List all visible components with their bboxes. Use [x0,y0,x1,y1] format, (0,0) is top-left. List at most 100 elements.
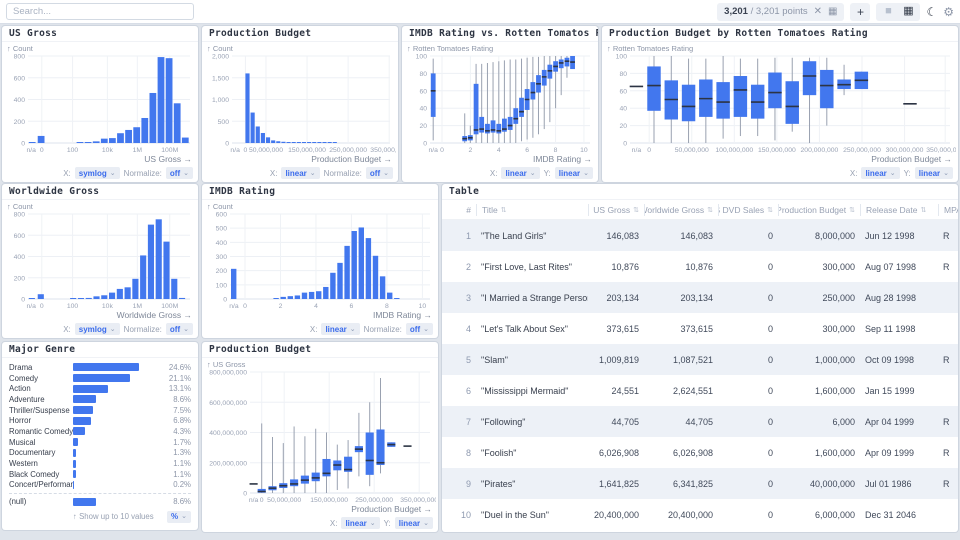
sort-icon[interactable]: ⇅ [501,206,507,214]
column-header-mpaa-rating[interactable]: MPAA Rating⇅ [938,204,958,216]
genre-row[interactable]: Documentary1.3% [9,448,191,459]
table-cell: 0 [718,262,778,272]
x-scale-dropdown[interactable]: linear⌄ [321,323,359,335]
genre-label: Musical [9,438,73,447]
table-row[interactable]: 7"Following"44,70544,70506,000Apr 04 199… [442,406,958,437]
x-scale-dropdown[interactable]: linear⌄ [341,517,379,529]
normalize-dropdown[interactable]: off⌄ [406,323,433,335]
sort-icon[interactable]: ⇅ [633,206,639,214]
table-row[interactable]: 8"Foolish"6,026,9086,026,90801,600,000Ap… [442,437,958,468]
genre-row[interactable]: Western1.1% [9,458,191,469]
genre-row[interactable]: Concert/Performance0.2% [9,480,191,491]
table-row[interactable]: 4"Let's Talk About Sex"373,615373,615030… [442,313,958,344]
svg-text:100: 100 [616,54,628,61]
table-cell: 24,551 [588,386,644,396]
column-header-title[interactable]: Title⇅ [476,204,588,216]
table-row[interactable]: 1"The Land Girls"146,083146,08308,000,00… [442,220,958,251]
genre-footer: ↑ Show up to 10 values %⌄ [9,511,191,523]
y-scale-dropdown[interactable]: linear⌄ [915,167,953,179]
imdb-vs-rt-boxplot[interactable]: ↑ Rotten Tomatoes Rating020406080100n/a0… [404,43,596,164]
normalize-dropdown[interactable]: off⌄ [166,167,193,179]
genre-bar-list: Drama24.6%Comedy21.1%Action13.1%Adventur… [9,362,191,526]
x-scale-dropdown[interactable]: symlog⌄ [75,167,120,179]
table-cell: 4 [452,324,476,334]
sort-icon[interactable]: ⇅ [767,206,773,214]
sort-icon[interactable]: ⇅ [921,206,927,214]
us-gross-histogram[interactable]: ↑ Count0200400600800n/a010010k1M100MUS G… [4,43,196,164]
x-scale-dropdown[interactable]: symlog⌄ [75,323,120,335]
genre-row[interactable]: Musical1.7% [9,437,191,448]
add-chart-button[interactable]: + [850,3,870,21]
production-budget-histogram[interactable]: ↑ Count05001,0001,5002,000n/a050,000,000… [204,43,396,164]
table-row[interactable]: 6"Mississippi Mermaid"24,5512,624,55101,… [442,375,958,406]
table-row[interactable]: 9"Pirates"1,641,8256,341,825040,000,000J… [442,468,958,499]
panel-title: Major Genre [2,342,198,358]
genre-row[interactable]: Black Comedy1.1% [9,469,191,480]
svg-text:350,000,000: 350,000,000 [400,497,436,504]
genre-percent: 8.6% [173,497,191,506]
svg-text:250,000,000: 250,000,000 [355,497,393,504]
view-grid-icon[interactable]: ▦ [899,4,917,20]
genre-label: (null) [9,497,73,506]
normalize-dropdown[interactable]: off⌄ [366,167,393,179]
genre-row[interactable]: Romantic Comedy4.3% [9,426,191,437]
table-cell: Oct 09 1998 [860,355,938,365]
genre-percent: 21.1% [169,374,191,383]
topbar-actions: 3,201 / 3,201 points ✕ ▦ + ■ ▦ ☾ ⚙ [717,3,954,21]
control-label: X: [490,169,498,178]
x-scale-dropdown[interactable]: linear⌄ [281,167,319,179]
y-scale-dropdown[interactable]: linear⌄ [395,517,433,529]
table-cell: 300,000 [778,324,860,334]
search-input[interactable] [6,3,194,20]
column-header-release-date[interactable]: Release Date⇅ [860,204,938,216]
table-cell: 0 [718,355,778,365]
column-header-us-gross[interactable]: US Gross⇅ [588,204,644,216]
genre-row[interactable]: Adventure8.6% [9,394,191,405]
genre-row[interactable]: Drama24.6% [9,362,191,373]
sort-icon[interactable]: ⇅ [849,206,855,214]
pb-by-rt-boxplot[interactable]: ↑ Rotten Tomatoes Rating020406080100n/a0… [604,43,956,164]
panel-imdb-rating: IMDB Rating ↑ Count0100200300400500600n/… [202,184,438,338]
close-icon[interactable]: ✕ [814,7,822,17]
genre-row[interactable]: Horror6.8% [9,415,191,426]
show-values-note[interactable]: ↑ Show up to 10 values [73,512,154,521]
board-icon[interactable]: ▦ [828,7,837,17]
genre-row[interactable]: (null) 8.6% [9,496,191,507]
settings-icon[interactable]: ⚙ [943,6,954,18]
column-header-us-dvd-sales[interactable]: US DVD Sales⇅ [718,204,778,216]
y-scale-dropdown[interactable]: linear⌄ [555,167,593,179]
genre-row[interactable]: Action13.1% [9,383,191,394]
column-header-worldwide-gross[interactable]: Worldwide Gross⇅ [644,204,718,216]
table-row[interactable]: 3"I Married a Strange Person"203,134203,… [442,282,958,313]
imdb-rating-histogram[interactable]: ↑ Count0100200300400500600n/a0246810IMDB… [204,201,436,320]
genre-row[interactable]: Thriller/Suspense7.5% [9,405,191,416]
table-cell: "I Married a Strange Person" [476,293,588,303]
table-row[interactable]: 10"Duel in the Sun"20,400,00020,400,0000… [442,499,958,530]
svg-text:4: 4 [314,303,318,310]
sort-icon[interactable]: ⇅ [707,206,713,214]
svg-text:IMDB Rating →: IMDB Rating → [533,154,592,164]
chart-controls: X:linear⌄Y:linear⌄ [850,167,953,179]
table-row[interactable]: 2"First Love, Last Rites"10,87610,876030… [442,251,958,282]
normalize-dropdown[interactable]: off⌄ [166,323,193,335]
chart-controls: X:linear⌄Normalize:off⌄ [310,323,433,335]
unit-dropdown[interactable]: %⌄ [167,511,191,523]
x-scale-dropdown[interactable]: linear⌄ [501,167,539,179]
column-header-production-budget[interactable]: Production Budget⇅ [778,204,860,216]
table-row[interactable]: 5"Slam"1,009,8191,087,52101,000,000Oct 0… [442,344,958,375]
table-cell: 1,000,000 [778,355,860,365]
x-scale-dropdown[interactable]: linear⌄ [861,167,899,179]
production-budget-boxplot[interactable]: ↑ US Gross0200,000,000400,000,000600,000… [204,359,436,514]
svg-text:600: 600 [14,233,26,240]
column-label: Title [482,205,498,215]
dark-mode-icon[interactable]: ☾ [926,6,937,18]
worldwide-gross-histogram[interactable]: ↑ Count0200400600800n/a010010k1M100MWorl… [4,201,196,320]
table-cell: Apr 09 1999 [860,448,938,458]
svg-text:6: 6 [525,147,529,154]
svg-text:50,000,000: 50,000,000 [267,497,301,504]
table-cell: 6 [452,386,476,396]
svg-text:2: 2 [468,147,472,154]
view-single-icon[interactable]: ■ [879,4,897,20]
svg-text:800: 800 [14,54,26,61]
genre-row[interactable]: Comedy21.1% [9,373,191,384]
